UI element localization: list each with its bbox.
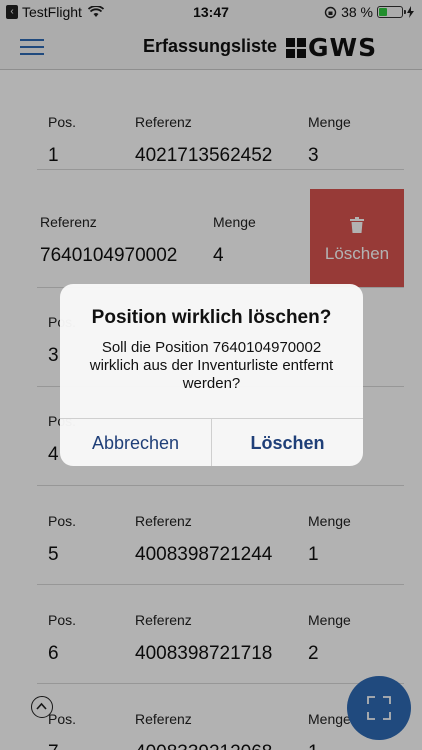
- cancel-button[interactable]: Abbrechen: [60, 419, 211, 466]
- dialog-title: Position wirklich löschen?: [91, 307, 332, 328]
- dialog-message: Soll die Position 7640104970002 wirklich…: [89, 339, 334, 392]
- delete-confirm-dialog: Position wirklich löschen? Soll die Posi…: [60, 284, 363, 466]
- confirm-delete-button[interactable]: Löschen: [211, 419, 363, 466]
- dialog-buttons: Abbrechen Löschen: [60, 418, 363, 466]
